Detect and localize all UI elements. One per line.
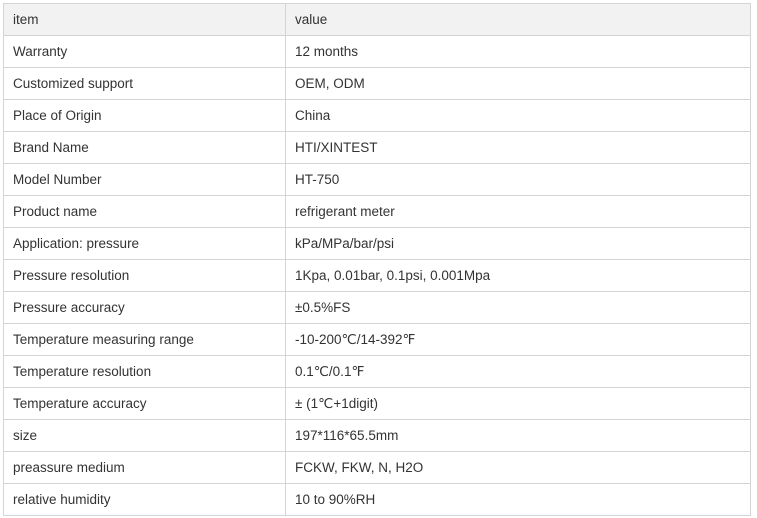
row-value-cell: 10 to 90%RH xyxy=(285,483,751,516)
table-row: Temperature accuracy ± (1℃+1digit) xyxy=(3,387,751,420)
row-item-cell: Temperature accuracy xyxy=(3,387,286,420)
table-row: relative humidity 10 to 90%RH xyxy=(3,483,751,516)
row-value-cell: HT-750 xyxy=(285,163,751,196)
row-item-cell: Application: pressure xyxy=(3,227,286,260)
table-row: Product name refrigerant meter xyxy=(3,195,751,228)
row-item-cell: Temperature resolution xyxy=(3,355,286,388)
table-row: Temperature resolution 0.1℃/0.1℉ xyxy=(3,355,751,388)
row-item-cell: relative humidity xyxy=(3,483,286,516)
row-value-cell: 12 months xyxy=(285,35,751,68)
table-row: Temperature measuring range -10-200℃/14-… xyxy=(3,323,751,356)
row-item-cell: Customized support xyxy=(3,67,286,100)
row-value-cell: ±0.5%FS xyxy=(285,291,751,324)
header-item-cell: item xyxy=(3,3,286,36)
table-row: Model Number HT-750 xyxy=(3,163,751,196)
row-value-cell: refrigerant meter xyxy=(285,195,751,228)
table-row: preassure medium FCKW, FKW, N, H2O xyxy=(3,451,751,484)
header-value-cell: value xyxy=(285,3,751,36)
row-item-cell: Model Number xyxy=(3,163,286,196)
row-value-cell: -10-200℃/14-392℉ xyxy=(285,323,751,356)
row-item-cell: preassure medium xyxy=(3,451,286,484)
spec-table: item value Warranty 12 months Customized… xyxy=(3,3,751,516)
row-value-cell: 197*116*65.5mm xyxy=(285,419,751,452)
row-item-cell: Product name xyxy=(3,195,286,228)
row-item-cell: Temperature measuring range xyxy=(3,323,286,356)
row-value-cell: 1Kpa, 0.01bar, 0.1psi, 0.001Mpa xyxy=(285,259,751,292)
row-item-cell: Warranty xyxy=(3,35,286,68)
row-item-cell: Pressure accuracy xyxy=(3,291,286,324)
row-value-cell: FCKW, FKW, N, H2O xyxy=(285,451,751,484)
row-item-cell: Pressure resolution xyxy=(3,259,286,292)
row-item-cell: Place of Origin xyxy=(3,99,286,132)
table-row: Customized support OEM, ODM xyxy=(3,67,751,100)
row-value-cell: 0.1℃/0.1℉ xyxy=(285,355,751,388)
row-value-cell: ± (1℃+1digit) xyxy=(285,387,751,420)
row-value-cell: HTI/XINTEST xyxy=(285,131,751,164)
table-row: size 197*116*65.5mm xyxy=(3,419,751,452)
row-value-cell: OEM, ODM xyxy=(285,67,751,100)
row-item-cell: size xyxy=(3,419,286,452)
table-header-row: item value xyxy=(3,3,751,36)
row-item-cell: Brand Name xyxy=(3,131,286,164)
table-row: Place of Origin China xyxy=(3,99,751,132)
row-value-cell: China xyxy=(285,99,751,132)
row-value-cell: kPa/MPa/bar/psi xyxy=(285,227,751,260)
table-row: Brand Name HTI/XINTEST xyxy=(3,131,751,164)
table-row: Pressure accuracy ±0.5%FS xyxy=(3,291,751,324)
table-row: Pressure resolution 1Kpa, 0.01bar, 0.1ps… xyxy=(3,259,751,292)
table-row: Application: pressure kPa/MPa/bar/psi xyxy=(3,227,751,260)
table-row: Warranty 12 months xyxy=(3,35,751,68)
